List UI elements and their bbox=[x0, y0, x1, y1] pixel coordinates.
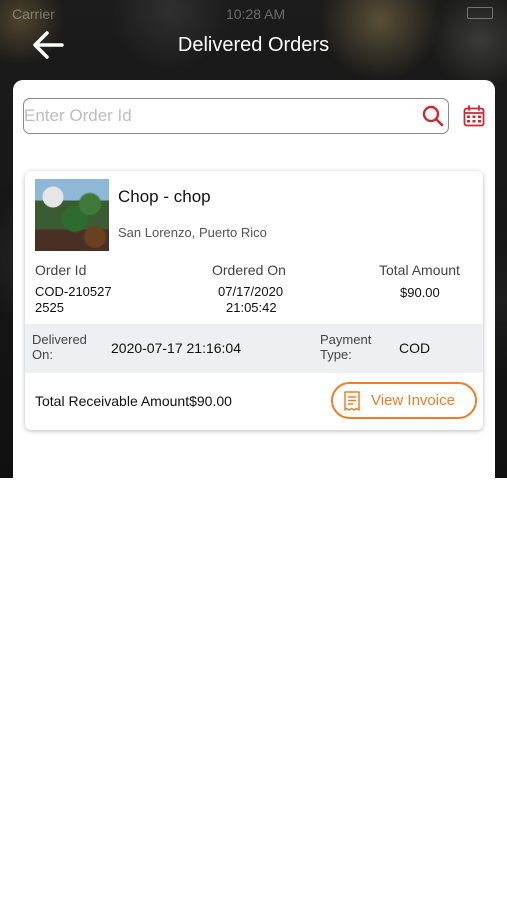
view-invoice-label: View Invoice bbox=[371, 392, 455, 409]
total-amount-value: $90.00 bbox=[400, 285, 440, 300]
payment-type-label-line2: Type: bbox=[320, 347, 352, 362]
order-card[interactable]: Chop - chop San Lorenzo, Puerto Rico Ord… bbox=[25, 171, 483, 430]
view-invoice-button[interactable]: View Invoice bbox=[331, 382, 477, 419]
page-title: Delivered Orders bbox=[177, 34, 330, 56]
total-amount-label: Total Amount bbox=[379, 262, 460, 278]
order-id-value-line2: 2525 bbox=[35, 300, 64, 315]
restaurant-location: San Lorenzo, Puerto Rico bbox=[118, 225, 267, 240]
carrier-label: Carrier bbox=[12, 6, 55, 22]
order-id-value-line1: COD-210527 bbox=[35, 284, 112, 299]
nav-header: Delivered Orders bbox=[0, 24, 507, 68]
status-time: 10:28 AM bbox=[226, 6, 286, 22]
payment-type-label-line1: Payment bbox=[320, 332, 372, 347]
restaurant-thumbnail bbox=[35, 179, 109, 251]
ordered-on-time: 21:05:42 bbox=[226, 300, 277, 315]
search-input[interactable] bbox=[24, 99, 414, 132]
content-panel: Chop - chop San Lorenzo, Puerto Rico Ord… bbox=[13, 80, 495, 510]
total-receivable-amount: Total Receivable Amount$90.00 bbox=[35, 393, 232, 409]
ordered-on-label: Ordered On bbox=[212, 262, 286, 278]
restaurant-name: Chop - chop bbox=[118, 187, 211, 206]
battery-icon bbox=[467, 7, 493, 19]
delivery-info-band: Delivered On: 2020-07-17 21:16:04 Paymen… bbox=[25, 324, 483, 373]
search-box bbox=[23, 98, 449, 134]
payment-type-value: COD bbox=[399, 340, 431, 356]
order-id-label: Order Id bbox=[35, 262, 87, 278]
delivered-on-label-line2: On: bbox=[32, 347, 53, 362]
delivered-on-label-line1: Delivered bbox=[32, 332, 87, 347]
receipt-icon bbox=[344, 391, 360, 411]
status-bar: Carrier 10:28 AM bbox=[0, 4, 507, 24]
search-icon[interactable] bbox=[422, 105, 444, 127]
ordered-on-date: 07/17/2020 bbox=[218, 284, 284, 299]
delivered-on-value: 2020-07-17 21:16:04 bbox=[111, 340, 241, 356]
calendar-icon[interactable] bbox=[463, 105, 485, 127]
